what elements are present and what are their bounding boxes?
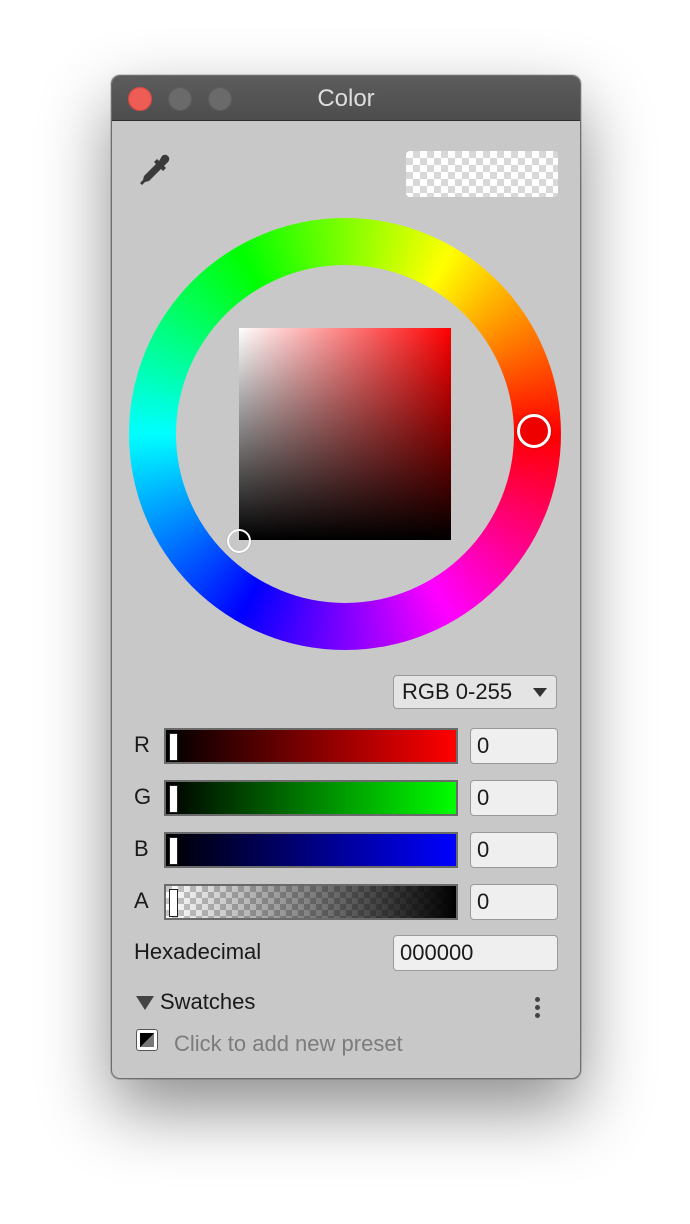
title-bar[interactable]: Color (112, 76, 580, 121)
channel-label: R (134, 732, 150, 757)
more-options-icon[interactable] (530, 997, 546, 1023)
hue-handle[interactable] (517, 414, 551, 448)
channel-row-r: R 0 (134, 728, 558, 764)
alpha-value-field[interactable]: 0 (470, 884, 558, 920)
red-slider[interactable] (164, 728, 458, 764)
blue-value-field[interactable]: 0 (470, 832, 558, 868)
add-preset-button[interactable]: Click to add new preset (174, 1031, 403, 1057)
hue-wheel-area[interactable] (129, 218, 561, 650)
blue-slider[interactable] (164, 832, 458, 868)
saturation-value-square[interactable] (239, 328, 451, 540)
slider-thumb[interactable] (169, 837, 178, 865)
window-title: Color (317, 85, 375, 112)
green-value-field[interactable]: 0 (470, 780, 558, 816)
alpha-slider[interactable] (164, 884, 458, 920)
channel-label: G (134, 784, 152, 809)
color-mode-dropdown[interactable]: RGB 0-255 (393, 675, 557, 709)
hex-input[interactable]: 000000 (393, 935, 558, 971)
disclosure-triangle-icon (136, 996, 154, 1010)
hex-label: Hexadecimal (134, 939, 262, 964)
channel-row-b: B 0 (134, 832, 558, 868)
green-slider[interactable] (164, 780, 458, 816)
swatches-title: Swatches (160, 989, 256, 1014)
color-mode-label: RGB 0-255 (402, 679, 513, 704)
channel-label: B (134, 836, 149, 861)
channel-row-a: A 0 (134, 884, 558, 920)
channel-row-g: G 0 (134, 780, 558, 816)
eyedropper-icon[interactable] (134, 152, 172, 190)
slider-thumb[interactable] (169, 785, 178, 813)
channel-label: A (134, 888, 149, 913)
color-preview-swatch (406, 151, 558, 197)
color-picker-window: Color RGB 0-255 R 0 G 0 B 0 A 0 Hexadeci… (111, 75, 581, 1079)
chevron-down-icon (533, 688, 547, 697)
saturation-value-handle[interactable] (227, 529, 251, 553)
slider-thumb[interactable] (169, 733, 178, 761)
preset-library-icon[interactable] (136, 1029, 158, 1051)
red-value-field[interactable]: 0 (470, 728, 558, 764)
slider-thumb[interactable] (169, 889, 178, 917)
